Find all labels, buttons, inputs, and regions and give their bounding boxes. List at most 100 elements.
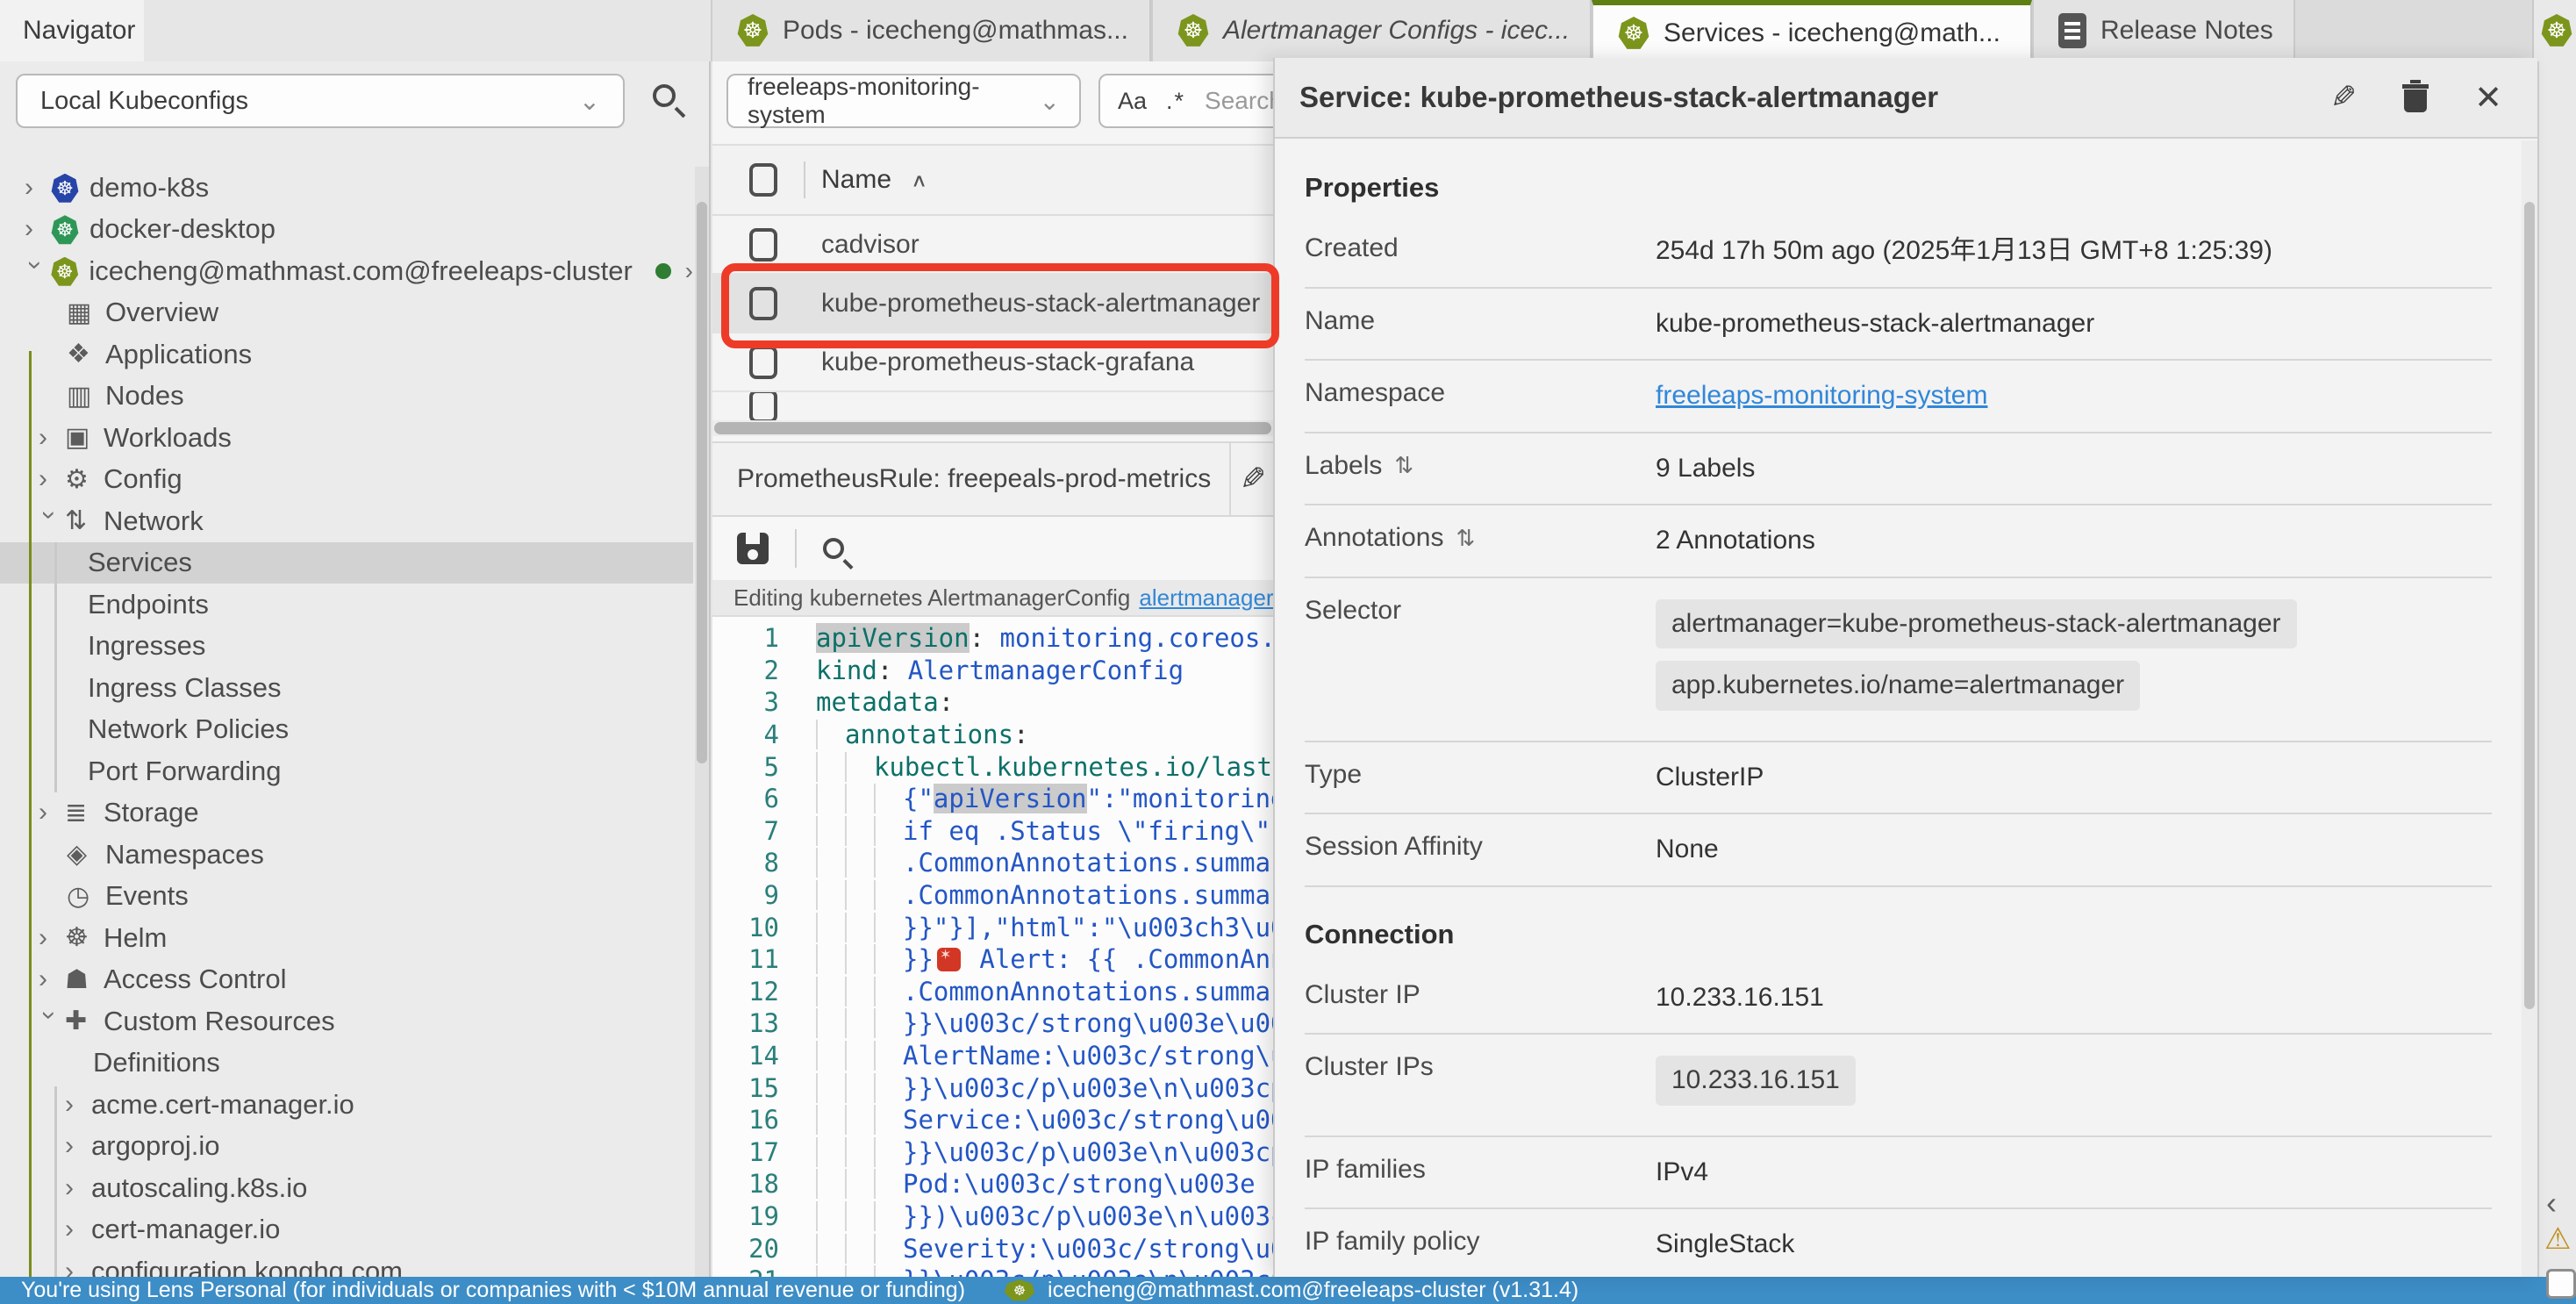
row-checkbox[interactable] [749,287,777,320]
yaml-editor[interactable]: 1apiVersion: monitoring.coreos.com/v12ki… [712,617,1275,1277]
save-icon[interactable] [737,533,769,564]
namespace-link[interactable]: freeleaps-monitoring-system [1656,381,1987,410]
detail-row-labels: Labels⇅9 Labels [1305,433,2492,506]
table-row[interactable]: kube-prometheus-stack-alertmanager [712,275,1275,333]
chevron-collapsed-icon[interactable]: › [65,1173,91,1203]
sidebar-item-cert-manager-io[interactable]: ›cert-manager.io [0,1209,693,1251]
sidebar-item-label: Events [105,880,189,912]
tab-release[interactable]: Release Notes [2032,0,2295,61]
code-line: 16Service:\u003c/strong\u003e { [712,1104,1275,1136]
close-drawer-button[interactable]: ✕ [2474,78,2502,118]
kubernetes-icon: ☸ [51,213,89,245]
sidebar-item-overview[interactable]: ▦Overview [0,292,693,334]
drawer-scrollbar-thumb[interactable] [2524,202,2535,1009]
drawer-scrollbar[interactable] [2522,140,2537,1277]
sort-toggle-icon[interactable]: ⇅ [1456,525,1475,552]
chevron-collapsed-icon[interactable]: › [39,923,65,953]
table-row-partial[interactable] [712,392,1275,420]
sidebar-item-access-control[interactable]: ›☗Access Control [0,959,693,1001]
name-column-header[interactable]: Name [821,165,891,195]
row-checkbox[interactable] [749,228,777,262]
sidebar-item-acme-cert-manager-io[interactable]: ›acme.cert-manager.io [0,1084,693,1126]
sidebar-item-config[interactable]: ›⚙Config [0,459,693,501]
delete-service-button[interactable] [2402,82,2429,112]
namespace-select[interactable]: freeleaps-monitoring-system ⌄ [726,74,1081,128]
sidebar-item-custom-resources[interactable]: ›✚Custom Resources [0,1000,693,1042]
detail-value: freeleaps-monitoring-system [1656,378,2492,414]
chevron-collapsed-icon[interactable]: › [65,1214,91,1244]
indent-guide [874,816,903,846]
chevron-collapsed-icon[interactable]: › [39,423,65,453]
sidebar-item-nodes[interactable]: ▥Nodes [0,376,693,418]
sidebar-item-services[interactable]: Services [0,542,693,584]
detail-row-cluster-ip: Cluster IP10.233.16.151 [1305,963,2492,1035]
sidebar-item-demo-k8s[interactable]: ›☸demo-k8s [0,167,693,209]
list-search-box[interactable]: Aa .* Search [1098,74,1275,128]
indent-guide [845,1234,874,1264]
editor-search-icon[interactable] [823,538,844,559]
kubeconfig-select[interactable]: Local Kubeconfigs ⌄ [16,74,625,128]
tab-pods[interactable]: ☸Pods - icecheng@mathmas... [711,0,1151,61]
tab-alertmanager[interactable]: ☸Alertmanager Configs - icec... [1151,0,1592,61]
chevron-expanded-icon[interactable]: › [20,261,50,287]
overflow-tab-fragment[interactable]: ☸ [2532,0,2576,61]
sidebar-item-endpoints[interactable]: Endpoints [0,584,693,626]
sidebar-item-argoproj-io[interactable]: ›argoproj.io [0,1126,693,1168]
sidebar-search-button[interactable] [653,84,676,111]
code-token: Service:\u003c/strong\u003e { [903,1105,1275,1135]
sidebar-item-configuration-konghq-com[interactable]: ›configuration.konghq.com [0,1250,693,1277]
sidebar-scrollbar[interactable] [695,167,709,1277]
chevron-collapsed-icon[interactable]: › [25,173,51,203]
warning-icon[interactable]: ⚠ [2544,1222,2571,1257]
sidebar-item-ingress-classes[interactable]: Ingress Classes [0,667,693,709]
select-all-checkbox[interactable] [749,163,777,197]
collapse-panel-icon[interactable]: ‹ [2546,1185,2557,1222]
chevron-expanded-icon[interactable]: › [34,1011,64,1037]
sidebar-item-workloads[interactable]: ›▣Workloads [0,417,693,459]
sidebar-scrollbar-thumb[interactable] [697,202,707,763]
code-line: 3metadata: [712,686,1275,719]
row-checkbox[interactable] [749,392,777,420]
chevron-collapsed-icon[interactable]: › [65,1090,91,1120]
sidebar-item-network[interactable]: ›⇅Network [0,500,693,542]
indent-guide [845,784,874,813]
match-case-icon[interactable]: Aa [1118,88,1147,115]
chevron-collapsed-icon[interactable]: › [39,798,65,828]
chevron-collapsed-icon[interactable]: › [39,964,65,994]
code-line: 5kubectl.kubernetes.io/last-appli [712,750,1275,783]
chevron-collapsed-icon[interactable]: › [65,1131,91,1161]
horizontal-scrollbar-thumb[interactable] [714,422,1271,434]
sidebar-item-network-policies[interactable]: Network Policies [0,709,693,751]
editing-banner-text: Editing kubernetes AlertmanagerConfig [733,584,1130,612]
sort-toggle-icon[interactable]: ⇅ [1394,452,1413,479]
tab-services[interactable]: ☸Services - icecheng@math...× [1592,0,2032,61]
chevron-right-icon[interactable]: › [685,257,693,285]
active-cluster-status[interactable]: ☸ icecheng@mathmast.com@freeleaps-cluste… [1004,1278,1578,1303]
regex-icon[interactable]: .* [1166,88,1185,115]
chevron-collapsed-icon[interactable]: › [25,214,51,244]
row-checkbox[interactable] [749,346,777,379]
sidebar-item-definitions[interactable]: Definitions [0,1042,693,1085]
sidebar-item-icecheng-mathmast-com-freeleaps-cluster[interactable]: ›☸icecheng@mathmast.com@freeleaps-cluste… [0,250,693,292]
sidebar-item-docker-desktop[interactable]: ›☸docker-desktop [0,209,693,251]
sidebar-item-events[interactable]: ◷Events [0,876,693,918]
table-row[interactable]: kube-prometheus-stack-grafana [712,333,1275,392]
chevron-collapsed-icon[interactable]: › [39,464,65,494]
sort-ascending-icon[interactable]: ∧ [911,169,927,191]
sidebar-item-applications[interactable]: ❖Applications [0,333,693,376]
sidebar-item-helm[interactable]: ›☸Helm [0,917,693,959]
sidebar-item-ingresses[interactable]: Ingresses [0,626,693,668]
table-row[interactable]: cadvisor [712,216,1275,275]
code-content: kubectl.kubernetes.io/last-appli [781,752,1275,782]
chevron-collapsed-icon[interactable]: › [65,1257,91,1277]
sidebar-item-autoscaling-k8s-io[interactable]: ›autoscaling.k8s.io [0,1167,693,1209]
editing-resource-link[interactable]: alertmanager [1139,584,1273,612]
edit-service-button[interactable]: ✎ [2330,79,2357,116]
chevron-expanded-icon[interactable]: › [34,511,64,537]
sidebar-item-namespaces[interactable]: ◈Namespaces [0,834,693,876]
edit-rule-button[interactable]: ✎ [1229,443,1275,515]
sidebar-item-port-forwarding[interactable]: Port Forwarding [0,750,693,792]
horizontal-scrollbar[interactable] [712,420,1275,436]
sidebar-item-storage[interactable]: ›≣Storage [0,792,693,835]
indent-guide [816,1201,845,1231]
